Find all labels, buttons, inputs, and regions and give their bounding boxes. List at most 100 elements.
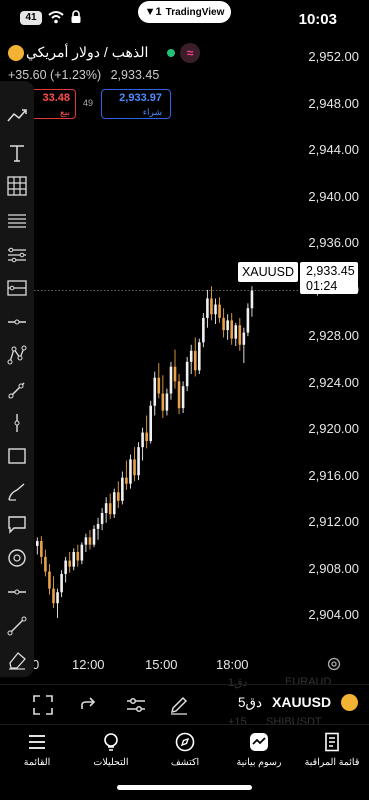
price-tick: 2,916.00	[308, 467, 359, 483]
candle	[145, 415, 148, 449]
symbol-name[interactable]: الذهب / دولار أمريكي	[26, 44, 148, 61]
buy-label: شراء	[142, 107, 162, 117]
candle	[40, 536, 43, 565]
pattern-tool-icon[interactable]	[6, 344, 28, 366]
price-tick: 2,944.00	[308, 142, 359, 157]
change-value: +35.60 (+1.23%)	[8, 68, 102, 82]
measure-tool-icon[interactable]	[6, 615, 28, 637]
price-tick: 2,920.00	[308, 421, 359, 436]
market-open-icon	[167, 49, 175, 57]
candle	[165, 388, 169, 416]
fullscreen-icon[interactable]	[32, 694, 54, 716]
candle	[238, 317, 242, 351]
candle	[210, 286, 213, 321]
last-price-tag: 2,933.45 01:24	[300, 262, 358, 294]
drawing-toolbar	[0, 81, 34, 677]
interval-selector[interactable]: 5دق	[238, 695, 262, 711]
price-tick: 2,940.00	[308, 188, 359, 204]
vertical-line-tool-icon[interactable]	[6, 412, 28, 434]
price-tick: 2,948.00	[308, 95, 359, 111]
price-axis[interactable]: 2,952.00 2,948.00 2,944.00 2,940.00 2,936.00…	[300, 40, 369, 680]
time-tick: 18:00	[216, 657, 249, 672]
candle	[92, 525, 96, 548]
indicators-icon[interactable]	[125, 694, 147, 716]
spread-value: 49	[83, 98, 94, 108]
buy-price: 2,933.97	[119, 92, 162, 104]
tab-ideas[interactable]: التحليلات	[74, 732, 148, 768]
candle	[108, 493, 112, 520]
candle	[230, 313, 233, 345]
candle	[206, 289, 209, 328]
gold-icon	[8, 45, 24, 61]
candle	[173, 349, 177, 389]
bar-countdown: 01:24	[306, 279, 338, 293]
line-tool-icon[interactable]	[6, 311, 28, 333]
candle	[133, 447, 136, 482]
callout-tool-icon[interactable]	[6, 513, 28, 535]
tab-explore[interactable]: اكتشف	[148, 732, 222, 768]
channel-tool-icon[interactable]	[6, 244, 28, 266]
candle	[121, 471, 124, 505]
menu-icon	[27, 732, 47, 752]
lock-icon	[71, 10, 81, 23]
tab-menu[interactable]: القائمة	[0, 732, 74, 768]
range-tool-icon[interactable]	[6, 277, 28, 299]
candle	[56, 588, 59, 618]
candle	[76, 544, 80, 567]
horizontal-ray-tool-icon[interactable]	[6, 581, 28, 603]
tab-watchlist[interactable]: قائمة المراقبة	[295, 732, 369, 768]
redo-icon[interactable]	[76, 694, 98, 716]
trend-tool-icon[interactable]	[6, 105, 28, 127]
gold-coin-icon	[341, 694, 358, 711]
price-tick: 2,936.00	[308, 235, 359, 250]
price-tick: 2,912.00	[308, 514, 359, 529]
sell-button[interactable]: 33.48 بيع	[30, 89, 76, 119]
text-tool-icon[interactable]	[6, 142, 28, 164]
price-tick: 2,924.00	[308, 374, 359, 390]
tab-label: رسوم بيانية	[236, 757, 282, 768]
candle	[104, 497, 108, 523]
ticker-selector[interactable]: XAUUSD	[272, 694, 331, 710]
candle	[141, 427, 144, 461]
pen-icon[interactable]	[168, 694, 190, 716]
symbol-header[interactable]: الذهب / دولار أمريكي ≈	[0, 43, 300, 65]
price-tick: 2,904.00	[308, 607, 359, 622]
candle	[161, 375, 165, 418]
candle	[60, 570, 63, 598]
chart-icon	[249, 732, 269, 752]
candle	[52, 576, 55, 609]
rectangle-tool-icon[interactable]	[6, 445, 28, 467]
watchlist-icon	[322, 732, 342, 752]
price-tick: 2,908.00	[308, 560, 359, 576]
candle	[193, 337, 197, 377]
app-pill-label: TradingView	[165, 6, 225, 18]
price-tick: 2,952.00	[308, 49, 359, 64]
candle	[72, 548, 76, 571]
grid-tool-icon[interactable]	[6, 175, 28, 197]
brush-tool-icon[interactable]	[6, 481, 28, 503]
candle	[125, 460, 128, 490]
candle	[100, 508, 104, 531]
candle	[202, 313, 205, 348]
eraser-tool-icon[interactable]	[6, 649, 28, 671]
time-tick: 15:00	[145, 657, 178, 672]
tab-charts[interactable]: رسوم بيانية	[222, 732, 296, 768]
fib-tool-icon[interactable]	[6, 210, 28, 232]
battery-indicator: 41	[20, 11, 42, 25]
candle	[88, 530, 92, 550]
buy-button[interactable]: 2,933.97 شراء	[101, 89, 171, 119]
icon-tool-icon[interactable]	[6, 547, 28, 569]
candle	[250, 286, 254, 317]
price-tick: 2,928.00	[308, 328, 359, 343]
app-pill[interactable]: ▼1 TradingView	[138, 1, 231, 23]
candle	[96, 517, 100, 540]
time-tick: 12:00	[72, 657, 105, 672]
candle	[234, 322, 238, 346]
ray-tool-icon[interactable]	[6, 379, 28, 401]
compass-icon	[175, 732, 195, 752]
candle	[181, 381, 185, 414]
tab-label: قائمة المراقبة	[304, 757, 360, 768]
chart-settings-icon[interactable]	[326, 656, 342, 672]
broker-icon: ≈	[180, 43, 200, 63]
home-indicator	[117, 785, 252, 790]
